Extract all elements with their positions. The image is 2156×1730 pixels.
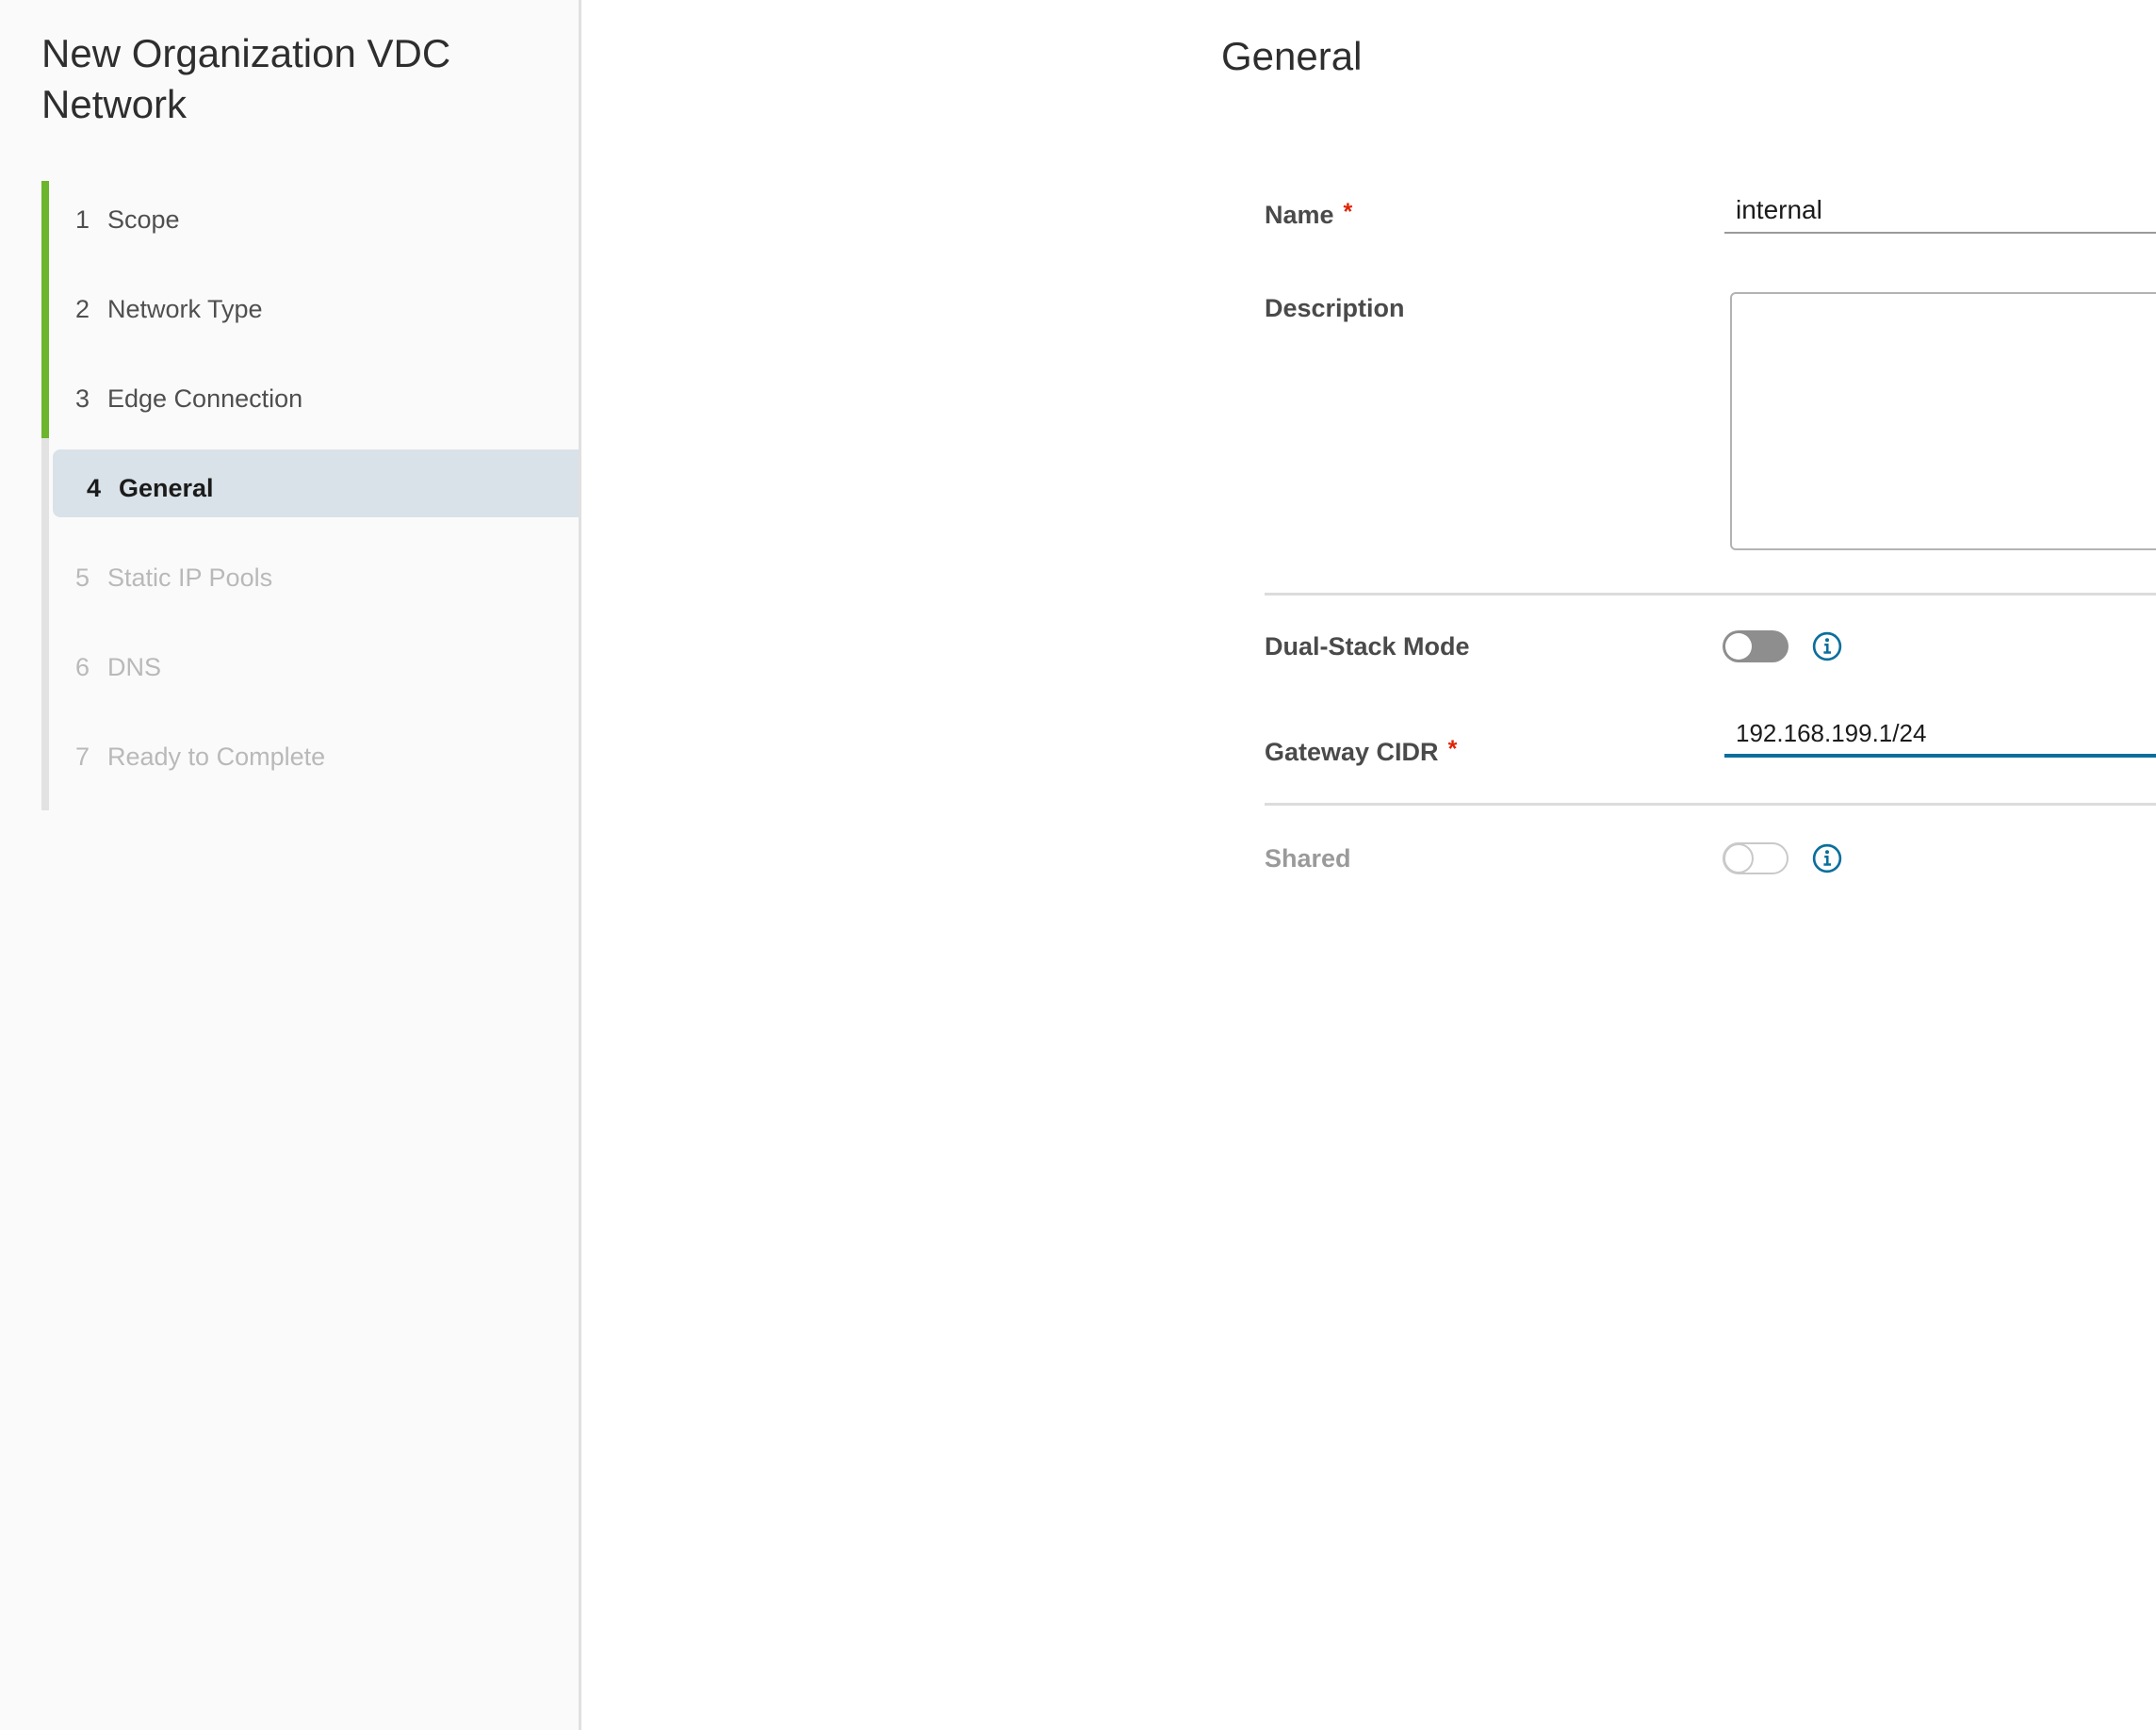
step-item-network-type[interactable]: 2 Network Type <box>0 265 579 354</box>
section-divider <box>1265 803 2156 806</box>
step-item-static-ip-pools: 5 Static IP Pools <box>0 533 579 623</box>
step-item-edge-connection[interactable]: 3 Edge Connection <box>0 354 579 444</box>
shared-label: Shared <box>1265 844 1351 873</box>
description-field[interactable] <box>1730 292 2156 550</box>
step-number: 6 <box>75 653 90 681</box>
step-label: DNS <box>107 653 162 681</box>
required-asterisk: * <box>1447 736 1458 762</box>
step-label: Network Type <box>107 295 263 323</box>
shared-info-icon[interactable] <box>1812 843 1842 873</box>
cancel-button[interactable]: CANCEL <box>2152 1624 2156 1689</box>
step-number: 5 <box>75 563 90 592</box>
step-number: 3 <box>75 384 90 413</box>
page-title: General <box>1221 34 1363 78</box>
name-field[interactable] <box>1724 188 2156 234</box>
section-divider <box>1265 593 2156 596</box>
wizard-sidebar: New Organization VDC Network 1 Scope 2 N… <box>0 0 581 1730</box>
dual-stack-mode-label: Dual-Stack Mode <box>1265 632 1470 661</box>
dual-stack-info-icon[interactable] <box>1812 631 1842 661</box>
new-org-vdc-network-wizard: New Organization VDC Network 1 Scope 2 N… <box>0 0 2156 1730</box>
dual-stack-mode-toggle[interactable] <box>1723 630 1788 662</box>
shared-toggle <box>1723 842 1788 874</box>
step-label: General <box>119 474 214 502</box>
step-item-general[interactable]: 4 General <box>0 444 579 533</box>
wizard-steps-list: 1 Scope 2 Network Type 3 Edge Connection… <box>0 175 579 802</box>
step-number: 1 <box>75 205 90 234</box>
toggle-knob <box>1723 843 1754 873</box>
toggle-knob <box>1725 633 1752 660</box>
wizard-step-panel: General Name* Description Dual-Stack Mod… <box>584 0 2156 1730</box>
description-field-container <box>1730 292 2156 550</box>
step-number: 4 <box>87 474 102 502</box>
step-number: 2 <box>75 295 90 323</box>
name-label: Name * <box>1265 199 1353 229</box>
step-label: Ready to Complete <box>107 743 326 771</box>
required-asterisk: * <box>1343 199 1353 225</box>
wizard-title: New Organization VDC Network <box>41 31 451 126</box>
gateway-cidr-label: Gateway CIDR * <box>1265 736 1458 766</box>
step-number: 7 <box>75 743 90 771</box>
step-label: Edge Connection <box>107 384 303 413</box>
gateway-cidr-field[interactable] <box>1724 712 2156 758</box>
step-label: Scope <box>107 205 180 234</box>
description-label: Description <box>1265 294 1405 322</box>
step-item-dns: 6 DNS <box>0 623 579 712</box>
step-label: Static IP Pools <box>107 563 273 592</box>
step-item-scope[interactable]: 1 Scope <box>0 175 579 265</box>
step-item-ready-to-complete: 7 Ready to Complete <box>0 712 579 802</box>
